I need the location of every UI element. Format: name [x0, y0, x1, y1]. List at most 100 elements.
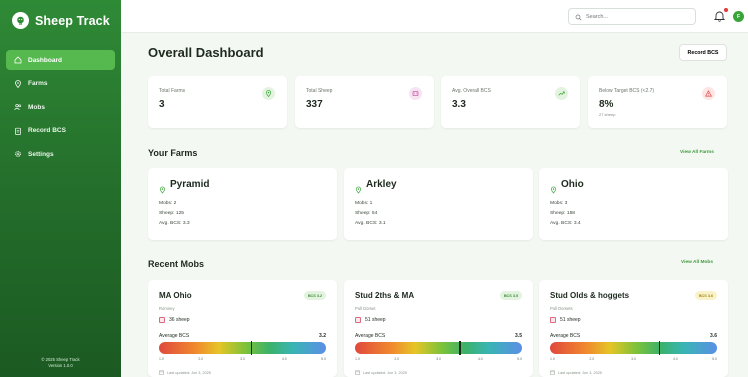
farm-name: Arkley — [366, 179, 397, 190]
bcs-gauge — [550, 341, 717, 355]
avg-bcs-label: Average BCS — [355, 333, 386, 339]
map-pin-icon — [14, 79, 22, 88]
last-updated-text: Last updated: Jun 3, 2025 — [167, 371, 211, 375]
sidebar-item-dashboard[interactable]: Dashboard — [6, 50, 115, 70]
bcs-badge: BCS 3.6 — [695, 291, 717, 300]
search-input[interactable] — [586, 13, 686, 20]
bcs-tick-label: 2.0 — [198, 357, 204, 361]
stat-label: Avg. Overall BCS — [452, 88, 491, 94]
sidebar-item-label: Dashboard — [28, 56, 62, 64]
avg-bcs-label: Average BCS — [159, 333, 190, 339]
stat-value: 8% — [599, 99, 614, 110]
sidebar-footer: © 2025 Sheep Track Version 1.0.0 — [0, 357, 121, 369]
sidebar-item-mobs[interactable]: Mobs — [6, 97, 115, 117]
bcs-tick-label: 1.0 — [159, 357, 164, 361]
last-updated: Last updated: Jun 3, 2025 — [159, 370, 211, 376]
view-all-farms-link[interactable]: View All Farms — [680, 150, 714, 155]
calendar-icon — [550, 370, 555, 376]
sidebar-item-label: Settings — [28, 150, 54, 158]
farm-sheep: Sheep: 158 — [550, 211, 576, 216]
calendar-icon — [355, 370, 360, 376]
last-updated-text: Last updated: Jun 3, 2025 — [558, 371, 602, 375]
bcs-marker — [459, 341, 461, 355]
avg-bcs-value: 3.2 — [319, 333, 326, 339]
map-pin-icon — [550, 181, 557, 199]
sheep-count-text: 36 sheep — [169, 317, 190, 323]
map-pin-icon — [355, 181, 362, 199]
home-icon — [14, 56, 22, 64]
calendar-icon — [159, 370, 164, 376]
bcs-scale: 1.0 2.0 3.0 4.0 5.0 — [355, 357, 522, 363]
bcs-gauge — [355, 341, 522, 355]
farm-card-arkley[interactable]: Arkley Mobs: 1 Sheep: 54 Avg. BCS: 3.1 — [344, 168, 533, 240]
stat-value: 3.3 — [452, 99, 466, 110]
stat-sub: 27 sheep — [599, 112, 616, 117]
bcs-scale: 1.0 2.0 3.0 4.0 5.0 — [159, 357, 326, 363]
map-pin-icon — [159, 181, 166, 199]
avg-bcs-value: 3.5 — [515, 333, 522, 339]
bcs-tick-label: 5.0 — [517, 357, 522, 361]
app-title: Sheep Track — [35, 13, 110, 28]
bcs-gauge — [159, 341, 326, 355]
search-icon — [575, 8, 582, 26]
stat-value: 337 — [306, 99, 323, 110]
farm-sheep: Sheep: 125 — [159, 211, 185, 216]
version-text: Version 1.0.0 — [48, 363, 73, 368]
mob-name: Stud Olds & hoggets — [550, 291, 630, 300]
farm-card-ohio[interactable]: Ohio Mobs: 3 Sheep: 158 Avg. BCS: 3.4 — [539, 168, 728, 240]
sheep-count-text: 51 sheep — [560, 317, 581, 323]
last-updated: Last updated: Jun 3, 2025 — [550, 370, 602, 376]
mob-card[interactable]: MA Ohio BCS 3.2 Romney 36 sheep Average … — [148, 280, 337, 377]
bcs-marker — [658, 341, 661, 355]
users-icon — [14, 103, 22, 111]
farm-mobs: Mobs: 1 — [355, 201, 373, 206]
sidebar-item-label: Mobs — [28, 103, 45, 111]
stat-card-total-farms: Total Farms 3 — [148, 76, 287, 128]
mob-card[interactable]: Stud 2ths & MA BCS 3.5 Poll Dorset 51 sh… — [344, 280, 533, 377]
bcs-tick-label: 3.0 — [240, 357, 245, 361]
last-updated-text: Last updated: Jun 3, 2025 — [363, 371, 407, 375]
sidebar-item-record-bcs[interactable]: Record BCS — [6, 121, 115, 141]
stat-value: 3 — [159, 99, 165, 110]
sheep-count-text: 51 sheep — [365, 317, 386, 323]
bcs-tick-label: 2.0 — [589, 357, 595, 361]
farm-mobs: Mobs: 2 — [159, 201, 177, 206]
trend-up-icon — [555, 87, 568, 100]
bcs-tick-label: 2.0 — [394, 357, 400, 361]
sidebar-item-label: Farms — [28, 80, 48, 88]
bcs-tick-label: 4.0 — [477, 357, 483, 361]
bcs-tick-label: 3.0 — [436, 357, 441, 361]
avatar[interactable]: F — [733, 11, 744, 22]
map-pin-icon — [262, 87, 275, 100]
record-bcs-button[interactable]: Record BCS — [679, 44, 727, 61]
stat-card-avg-bcs: Avg. Overall BCS 3.3 — [441, 76, 580, 128]
stat-label: Total Sheep — [306, 88, 333, 94]
mob-card[interactable]: Stud Olds & hoggets BCS 3.6 Poll Dorsets… — [539, 280, 728, 377]
stat-card-total-sheep: Total Sheep 337 — [295, 76, 434, 128]
bcs-marker — [250, 341, 253, 355]
sheep-icon — [409, 87, 422, 100]
mobs-section-title: Recent Mobs — [148, 259, 205, 269]
bcs-tick-label: 4.0 — [281, 357, 287, 361]
sheep-icon — [355, 317, 361, 323]
sidebar-item-settings[interactable]: Settings — [6, 144, 115, 164]
bcs-scale: 1.0 2.0 3.0 4.0 5.0 — [550, 357, 717, 363]
farm-card-pyramid[interactable]: Pyramid Mobs: 2 Sheep: 125 Avg. BCS: 3.3 — [148, 168, 337, 240]
stat-card-below-target: Below Target BCS (<2.7) 8% 27 sheep — [588, 76, 727, 128]
farm-avg-bcs: Avg. BCS: 3.4 — [550, 221, 581, 226]
mob-breed: Poll Dorsets — [550, 306, 573, 311]
sidebar-nav: Dashboard Farms Mobs Record BCS Settings — [6, 50, 115, 168]
bcs-tick-label: 1.0 — [550, 357, 555, 361]
stat-label: Below Target BCS (<2.7) — [599, 88, 655, 94]
warning-icon — [702, 87, 715, 100]
search-box[interactable] — [568, 8, 696, 25]
sheep-icon — [550, 317, 556, 323]
mob-breed: Poll Dorset — [355, 306, 376, 311]
brand[interactable]: Sheep Track — [12, 12, 110, 29]
farm-name: Ohio — [561, 179, 584, 190]
bcs-badge: BCS 3.2 — [304, 291, 326, 300]
sidebar-item-farms[interactable]: Farms — [6, 74, 115, 94]
clipboard-icon — [14, 127, 22, 135]
bcs-tick-label: 5.0 — [321, 357, 326, 361]
view-all-mobs-link[interactable]: View All Mobs — [681, 260, 713, 265]
